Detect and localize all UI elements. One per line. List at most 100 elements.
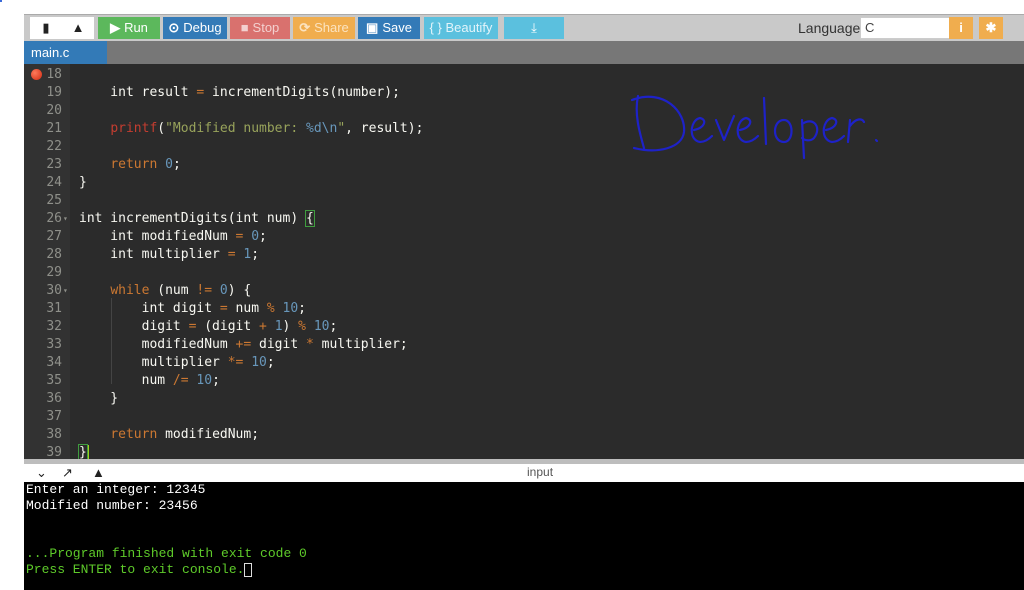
console-line: ...Program finished with exit code 0: [26, 546, 307, 561]
upload-icon: ▲: [71, 20, 85, 35]
code-line[interactable]: 34 multiplier *= 10;: [24, 354, 1024, 372]
gear-icon: ✱: [985, 20, 997, 35]
line-number[interactable]: 22: [24, 138, 62, 156]
code-line[interactable]: 28 int multiplier = 1;: [24, 246, 1024, 264]
file-tab-bar: main.c: [24, 41, 1024, 64]
code-line[interactable]: 25: [24, 192, 1024, 210]
play-icon: ▶: [110, 20, 121, 35]
code-text: int multiplier = 1;: [79, 247, 260, 262]
line-number[interactable]: 36: [24, 390, 62, 408]
debug-label: Debug: [183, 20, 222, 35]
line-number[interactable]: 35: [24, 372, 62, 390]
code-line[interactable]: 35 num /= 10;: [24, 372, 1024, 390]
line-number[interactable]: 19: [24, 84, 62, 102]
code-text: int digit = num % 10;: [79, 301, 306, 316]
upload-button[interactable]: ▲: [62, 17, 94, 39]
code-text: int modifiedNum = 0;: [79, 229, 267, 244]
file-icon: ▮: [42, 20, 50, 35]
share-label: Share: [314, 20, 349, 35]
code-editor[interactable]: 18 19 int result = incrementDigits(number…: [24, 64, 1024, 461]
line-number[interactable]: 32: [24, 318, 62, 336]
line-number[interactable]: 20: [24, 102, 62, 120]
download-icon: ⤓: [531, 20, 537, 35]
code-line[interactable]: 31 int digit = num % 10;: [24, 300, 1024, 318]
page-dot: [0, 0, 2, 2]
console-line: Enter an integer: 12345: [26, 482, 206, 497]
toolbar: ▮ ▲ ▶ Run ⊙ Debug ■ Stop ⟳ Share ▣ Save { } B…: [24, 14, 1024, 42]
code-text: int incrementDigits(int num) {: [79, 210, 315, 227]
code-text: while (num != 0) {: [110, 283, 252, 298]
run-button[interactable]: ▶ Run: [98, 17, 160, 39]
share-button[interactable]: ⟳ Share: [293, 17, 355, 39]
code-text: }: [79, 391, 119, 406]
line-number[interactable]: 38: [24, 426, 62, 444]
code-line[interactable]: 36 }: [24, 390, 1024, 408]
chevron-down-icon[interactable]: ⌄: [36, 465, 47, 481]
run-label: Run: [124, 20, 148, 35]
new-file-button[interactable]: ▮: [30, 17, 62, 39]
code-line[interactable]: 30 ▾ while (num != 0) {: [24, 282, 1024, 300]
breakpoint-icon[interactable]: [31, 69, 42, 80]
code-text: modifiedNum += digit * multiplier;: [79, 337, 408, 352]
language-value: C: [865, 20, 875, 35]
line-number[interactable]: 27: [24, 228, 62, 246]
code-line[interactable]: 33 modifiedNum += digit * multiplier;: [24, 336, 1024, 354]
code-line[interactable]: 24}: [24, 174, 1024, 192]
line-number[interactable]: 30: [24, 282, 62, 300]
console-output[interactable]: Enter an integer: 12345 Modified number:…: [24, 482, 1024, 590]
code-line[interactable]: 32 digit = (digit + 1) % 10;: [24, 318, 1024, 336]
code-line[interactable]: 18: [24, 66, 1024, 84]
line-number[interactable]: 34: [24, 354, 62, 372]
language-label: Language: [798, 20, 861, 36]
code-line[interactable]: 29: [24, 264, 1024, 282]
fold-arrow-icon[interactable]: ▾: [63, 210, 68, 228]
info-icon: i: [959, 20, 963, 35]
console-line: Modified number: 23456: [26, 498, 198, 513]
tab-main-c[interactable]: main.c: [24, 41, 107, 64]
console-prompt-text: Press ENTER to exit console.: [26, 562, 245, 577]
stop-label: Stop: [252, 20, 280, 35]
text-cursor: [86, 445, 89, 460]
code-text: }: [79, 175, 87, 190]
line-number[interactable]: 24: [24, 174, 62, 192]
code-line[interactable]: 27 int modifiedNum = 0;: [24, 228, 1024, 246]
debug-button[interactable]: ⊙ Debug: [163, 17, 227, 39]
code-line[interactable]: 26 ▾ int incrementDigits(int num) {: [24, 210, 1024, 228]
code-text: num /= 10;: [79, 373, 220, 388]
code-text: digit = (digit + 1) % 10;: [79, 319, 338, 334]
stop-button[interactable]: ■ Stop: [230, 17, 290, 39]
beautify-button[interactable]: { } Beautify: [424, 17, 498, 39]
line-number[interactable]: 26: [24, 210, 62, 228]
line-number[interactable]: 31: [24, 300, 62, 318]
beautify-label: { } Beautify: [429, 20, 493, 35]
console-toolbar: ⌄ ↗ ▲ input: [24, 459, 1024, 482]
code-text: return 0;: [110, 157, 181, 172]
code-text: printf("Modified number: %d\n", result);: [110, 121, 424, 136]
line-number[interactable]: 28: [24, 246, 62, 264]
code-text: multiplier *= 10;: [79, 355, 275, 370]
clear-icon[interactable]: ▲: [92, 465, 105, 480]
line-number[interactable]: 29: [24, 264, 62, 282]
console-cursor: [244, 562, 253, 577]
code-text: return modifiedNum;: [110, 427, 260, 442]
line-number[interactable]: 37: [24, 408, 62, 426]
stop-icon: ■: [240, 20, 249, 35]
code-line[interactable]: 38 return modifiedNum;: [24, 426, 1024, 444]
expand-icon[interactable]: ↗: [62, 465, 73, 481]
line-number[interactable]: 18: [24, 66, 62, 84]
fold-arrow-icon[interactable]: ▾: [63, 282, 68, 300]
ide-window: ▮ ▲ ▶ Run ⊙ Debug ■ Stop ⟳ Share ▣ Save { } B…: [24, 14, 1024, 590]
save-label: Save: [382, 20, 412, 35]
save-icon: ▣: [366, 20, 379, 35]
line-number[interactable]: 25: [24, 192, 62, 210]
code-text: int result = incrementDigits(number);: [79, 85, 400, 100]
save-button[interactable]: ▣ Save: [358, 17, 420, 39]
line-number[interactable]: 23: [24, 156, 62, 174]
info-button[interactable]: i: [949, 17, 973, 39]
settings-button[interactable]: ✱: [979, 17, 1003, 39]
line-number[interactable]: 21: [24, 120, 62, 138]
download-button[interactable]: ⤓: [504, 17, 564, 39]
console-line-prompt: Press ENTER to exit console.: [26, 562, 253, 578]
line-number[interactable]: 33: [24, 336, 62, 354]
code-line[interactable]: 37: [24, 408, 1024, 426]
